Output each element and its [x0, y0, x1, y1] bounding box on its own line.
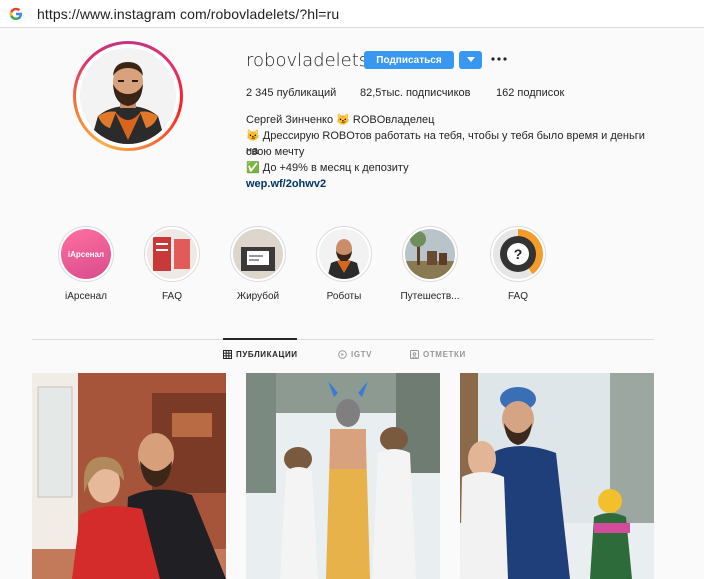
- highlight-item[interactable]: Жирубой: [218, 226, 298, 302]
- question-mark-icon: ?: [513, 246, 523, 262]
- grid-icon: [223, 350, 232, 359]
- highlight-item[interactable]: iАрсенал iАрсенал: [46, 226, 126, 302]
- bio-line-3: ✅ До +49% в месяц к депозиту: [246, 162, 409, 174]
- post-image: [32, 373, 226, 579]
- posts-count: 2 345 публикаций: [246, 87, 337, 99]
- avatar-image: [80, 48, 176, 144]
- post-image: [246, 373, 440, 579]
- bio-link[interactable]: wep.wf/2ohwv2: [246, 178, 326, 190]
- post-thumbnail[interactable]: [460, 373, 654, 579]
- address-bar[interactable]: https://www.instagram com/robovladelets/…: [0, 0, 704, 28]
- url-text[interactable]: https://www.instagram com/robovladelets/…: [37, 6, 339, 22]
- highlight-thumb-text: iАрсенал: [67, 249, 105, 259]
- post-thumbnail[interactable]: [246, 373, 440, 579]
- active-tab-indicator: [223, 338, 297, 340]
- highlight-item[interactable]: FAQ: [132, 226, 212, 302]
- google-g-icon: [9, 7, 23, 21]
- chevron-down-icon: [466, 57, 475, 62]
- suggestions-dropdown-button[interactable]: [459, 51, 482, 69]
- tab-label: ПУБЛИКАЦИИ: [236, 350, 298, 359]
- post-image: [460, 373, 654, 579]
- highlight-label: iАрсенал: [65, 291, 107, 302]
- profile-username: robovladelets: [246, 50, 369, 71]
- tab-label: ОТМЕТКИ: [423, 350, 466, 359]
- highlight-thumbnail: iАрсенал: [61, 229, 111, 279]
- post-thumbnail[interactable]: [32, 373, 226, 579]
- highlight-label: Роботы: [326, 291, 362, 302]
- followers-count[interactable]: 82,5тыс. подписчиков: [360, 87, 470, 99]
- igtv-icon: [338, 350, 347, 359]
- highlight-label: Жирубой: [236, 291, 280, 302]
- tag-icon: [410, 350, 419, 359]
- bio-name: Сергей Зинченко 😼 ROBOвладелец: [246, 114, 435, 126]
- highlight-item[interactable]: Роботы: [304, 226, 384, 302]
- highlight-thumbnail: [233, 229, 283, 279]
- highlight-thumbnail: [319, 229, 369, 279]
- ellipsis-icon: [491, 57, 507, 61]
- highlight-label: Путешеств...: [400, 291, 460, 302]
- tab-posts[interactable]: ПУБЛИКАЦИИ: [223, 350, 298, 359]
- highlight-item[interactable]: ? FAQ: [478, 226, 558, 302]
- tab-igtv[interactable]: IGTV: [338, 350, 372, 359]
- tab-tagged[interactable]: ОТМЕТКИ: [410, 350, 466, 359]
- highlight-thumbnail: ?: [493, 229, 543, 279]
- follow-button[interactable]: Подписаться: [364, 51, 454, 69]
- highlight-thumbnail: [405, 229, 455, 279]
- highlight-label: FAQ: [507, 291, 528, 302]
- tab-label: IGTV: [351, 350, 373, 359]
- highlight-item[interactable]: Путешеств...: [390, 226, 470, 302]
- tabs-divider: [32, 339, 654, 340]
- following-count[interactable]: 162 подписок: [496, 87, 564, 99]
- bio-line-2: свою мечту: [246, 146, 305, 158]
- more-options-button[interactable]: [490, 50, 508, 68]
- highlight-label: FAQ: [161, 291, 182, 302]
- profile-avatar[interactable]: [73, 41, 183, 151]
- highlight-thumbnail: [147, 229, 197, 279]
